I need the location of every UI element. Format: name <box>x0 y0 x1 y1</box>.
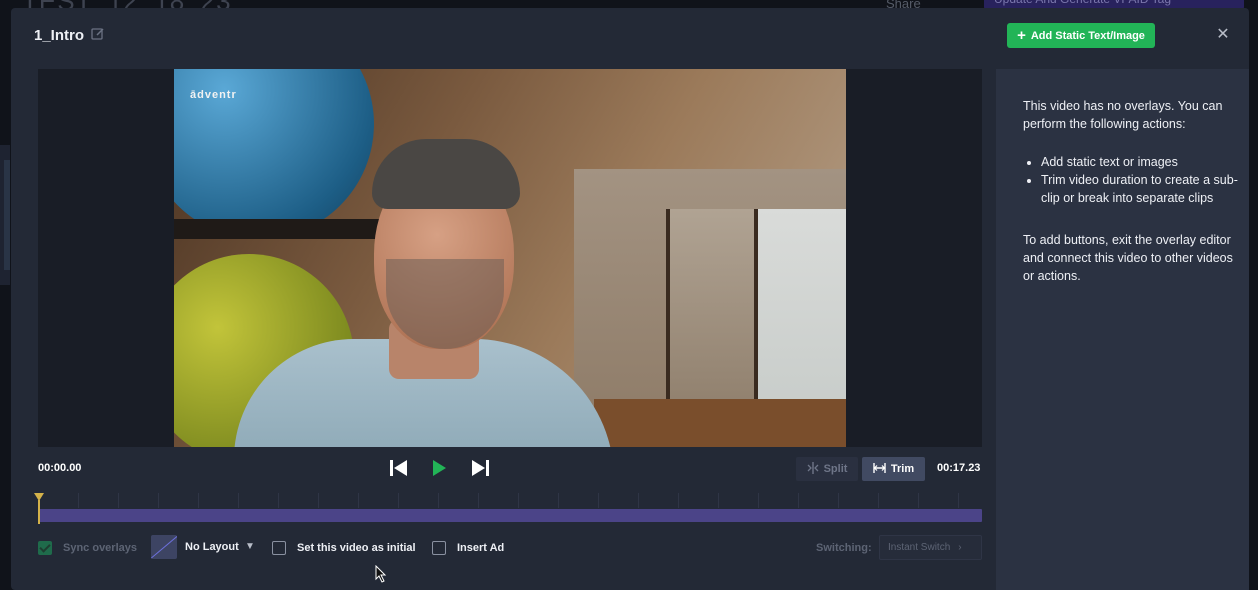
insert-ad-label: Insert Ad <box>457 542 505 554</box>
set-initial-checkbox[interactable] <box>272 541 286 555</box>
panel-actions-list: Add static text or images Trim video dur… <box>1023 153 1251 207</box>
switching-value: Instant Switch <box>888 542 951 553</box>
video-title: 1_Intro <box>34 27 85 44</box>
trim-icon <box>873 462 886 477</box>
switching-select[interactable]: Instant Switch › <box>879 535 982 560</box>
plus-icon: + <box>1017 26 1026 44</box>
insert-ad-checkbox[interactable] <box>432 541 446 555</box>
timeline-ticks <box>38 493 982 508</box>
panel-outro-text: To add buttons, exit the overlay editor … <box>1023 233 1233 283</box>
overlay-info-panel: This video has no overlays. You can perf… <box>996 69 1249 590</box>
sync-overlays-label: Sync overlays <box>63 542 137 554</box>
add-static-text-image-button[interactable]: + Add Static Text/Image <box>1007 23 1155 48</box>
add-static-label: Add Static Text/Image <box>1030 29 1145 42</box>
adventr-logo: ādventr <box>190 89 237 101</box>
split-label: Split <box>823 463 848 475</box>
layout-thumbnail-icon[interactable] <box>151 535 177 559</box>
video-person-cap <box>372 139 520 209</box>
list-item: Trim video duration to create a sub-clip… <box>1041 171 1251 207</box>
switching-label: Switching: <box>816 542 872 554</box>
trim-button[interactable]: Trim <box>862 457 925 481</box>
current-time: 00:00.00 <box>38 462 82 474</box>
skip-forward-icon[interactable] <box>470 459 490 477</box>
edit-icon[interactable] <box>91 27 105 41</box>
overlay-editor-modal: 1_Intro + Add Static Text/Image ✕ ādvent… <box>11 8 1249 590</box>
skip-back-icon[interactable] <box>389 459 409 477</box>
video-preview-area: ādventr <box>38 69 982 447</box>
split-icon <box>807 461 819 477</box>
video-shelf <box>174 219 384 239</box>
trim-label: Trim <box>890 463 915 475</box>
close-icon[interactable]: ✕ <box>1215 24 1231 43</box>
set-initial-label: Set this video as initial <box>297 542 416 554</box>
chevron-right-icon: › <box>958 542 962 553</box>
layout-dropdown[interactable]: No Layout <box>185 541 239 553</box>
playhead-handle-icon[interactable] <box>34 493 44 501</box>
timeline-track[interactable] <box>38 509 982 522</box>
chevron-down-icon[interactable]: ▼ <box>245 541 255 552</box>
video-frame[interactable]: ādventr <box>174 69 846 447</box>
timeline[interactable] <box>34 493 982 524</box>
split-button[interactable]: Split <box>796 457 858 481</box>
panel-intro-text: This video has no overlays. You can perf… <box>1023 99 1223 131</box>
end-time: 00:17.23 <box>937 462 981 474</box>
play-icon[interactable] <box>429 459 449 477</box>
sync-overlays-checkbox[interactable] <box>38 541 52 555</box>
video-floor <box>594 399 846 447</box>
mouse-cursor-icon <box>375 564 387 588</box>
list-item: Add static text or images <box>1041 153 1251 171</box>
playhead[interactable] <box>38 500 40 524</box>
